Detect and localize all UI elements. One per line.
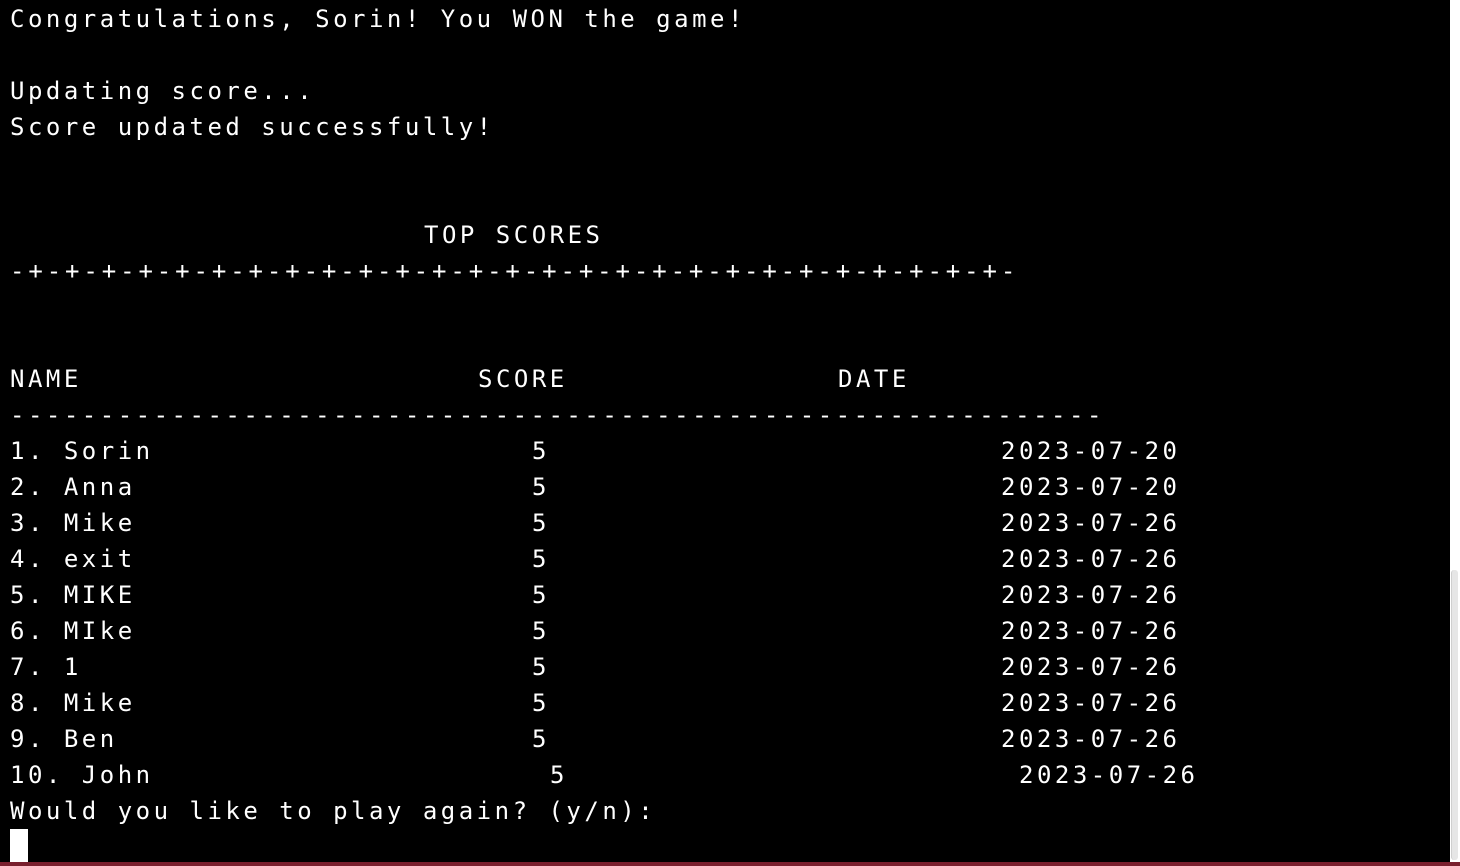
- row-score: 5: [532, 437, 550, 465]
- row-date: 2023-07-26: [1001, 509, 1181, 537]
- row-score: 5: [532, 509, 550, 537]
- header-rule: ----------------------------------------…: [10, 401, 1105, 429]
- row-name: 6. MIke: [10, 617, 136, 645]
- row-score: 5: [532, 617, 550, 645]
- row-name: 1. Sorin: [10, 437, 154, 465]
- column-header-date: DATE: [838, 365, 910, 393]
- row-name: 9. Ben: [10, 725, 118, 753]
- scoreboard-title: TOP SCORES: [424, 221, 604, 249]
- window-bottom-edge: [0, 862, 1460, 866]
- row-score: 5: [532, 725, 550, 753]
- row-name: 8. Mike: [10, 689, 136, 717]
- row-date: 2023-07-26: [1001, 689, 1181, 717]
- row-score: 5: [550, 761, 568, 789]
- row-score: 5: [532, 653, 550, 681]
- row-date: 2023-07-26: [1001, 545, 1181, 573]
- terminal-window[interactable]: Congratulations, Sorin! You WON the game…: [0, 0, 1450, 862]
- column-header-name: NAME: [10, 365, 82, 393]
- congrats-message: Congratulations, Sorin! You WON the game…: [10, 5, 746, 33]
- scoreboard-separator: -+-+-+-+-+-+-+-+-+-+-+-+-+-+-+-+-+-+-+-+…: [10, 257, 1020, 285]
- column-header-score: SCORE: [478, 365, 568, 393]
- row-date: 2023-07-26: [1019, 761, 1199, 789]
- row-date: 2023-07-26: [1001, 581, 1181, 609]
- row-name: 4. exit: [10, 545, 136, 573]
- play-again-prompt: Would you like to play again? (y/n):: [10, 797, 657, 825]
- row-score: 5: [532, 545, 550, 573]
- row-name: 3. Mike: [10, 509, 136, 537]
- row-score: 5: [532, 581, 550, 609]
- row-date: 2023-07-26: [1001, 617, 1181, 645]
- row-date: 2023-07-26: [1001, 653, 1181, 681]
- row-name: 5. MIKE: [10, 581, 136, 609]
- row-name: 2. Anna: [10, 473, 136, 501]
- updated-message: Score updated successfully!: [10, 113, 495, 141]
- row-score: 5: [532, 473, 550, 501]
- updating-message: Updating score...: [10, 77, 316, 105]
- row-name: 10. John: [10, 761, 154, 789]
- row-score: 5: [532, 689, 550, 717]
- row-date: 2023-07-20: [1001, 437, 1181, 465]
- scrollbar-thumb[interactable]: [1451, 570, 1458, 860]
- row-date: 2023-07-20: [1001, 473, 1181, 501]
- row-date: 2023-07-26: [1001, 725, 1181, 753]
- row-name: 7. 1: [10, 653, 82, 681]
- terminal-cursor[interactable]: [10, 829, 28, 862]
